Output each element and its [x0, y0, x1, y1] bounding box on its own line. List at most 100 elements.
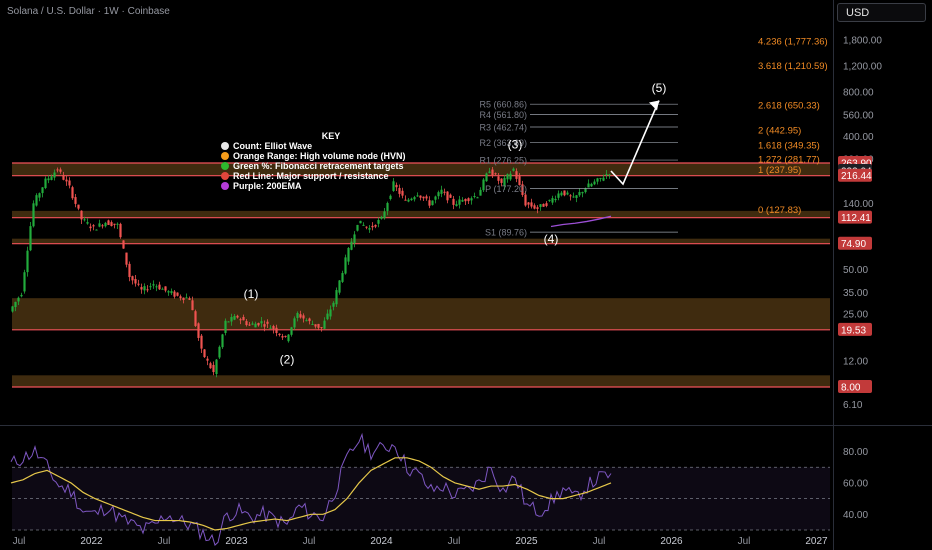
price-tick: 1,800.00 [843, 35, 882, 46]
candle-body [101, 225, 104, 227]
candle-body [539, 204, 542, 208]
candle-body [131, 276, 134, 281]
candle-body [545, 203, 548, 206]
price-tick: 25.00 [843, 309, 868, 320]
price-tick: 800.00 [843, 87, 874, 98]
candle-body [239, 319, 242, 321]
candle-body [326, 313, 329, 320]
candle-body [419, 195, 422, 198]
fib-label: 1.272 (281.77) [758, 154, 820, 165]
candle-body [251, 323, 254, 325]
candle-body [269, 327, 272, 329]
pivot-label: P (177.20) [485, 184, 527, 194]
candle-body [371, 225, 374, 228]
price-badge-label: 19.53 [841, 325, 866, 336]
candle-body [350, 241, 353, 250]
candle-body [35, 195, 38, 206]
candle-body [62, 175, 65, 180]
candle-body [128, 263, 131, 278]
candle-body [143, 286, 146, 291]
candle-body [92, 225, 95, 227]
candle-body [575, 195, 578, 198]
fib-label: 1 (237.95) [758, 165, 801, 176]
candle-body [221, 334, 224, 348]
candle-body [212, 364, 215, 373]
key-dot [221, 152, 229, 160]
time-tick: 2025 [515, 536, 538, 547]
candle-body [488, 171, 491, 173]
candle-body [245, 321, 248, 326]
candle-body [32, 203, 35, 227]
candle-body [506, 174, 509, 180]
candle-body [473, 196, 476, 198]
pivot-label: R4 (561.80) [479, 110, 527, 120]
candle-body [314, 324, 317, 327]
key-item: Red Line: Major support / resistance [233, 171, 389, 181]
candle-body [83, 219, 86, 221]
candle-body [389, 195, 392, 200]
wave-label: (4) [544, 232, 559, 246]
candle-body [161, 288, 164, 290]
candle-body [53, 172, 56, 178]
rsi-tick: 60.00 [843, 478, 868, 489]
candle-body [287, 334, 290, 342]
candle-body [599, 177, 602, 179]
candle-body [311, 323, 314, 325]
candle-body [353, 234, 356, 244]
time-tick: 2024 [370, 536, 393, 547]
candle-body [320, 327, 323, 329]
fib-label: 2 (442.95) [758, 125, 801, 136]
candle-body [188, 298, 191, 300]
candle-body [122, 240, 125, 249]
candle-body [119, 223, 122, 238]
candle-body [587, 183, 590, 188]
time-tick: 2026 [660, 536, 683, 547]
key-item: Orange Range: High volume node (HVN) [233, 151, 406, 161]
candle-body [533, 205, 536, 209]
candle-body [182, 297, 185, 300]
candle-body [272, 326, 275, 330]
candle-body [185, 297, 188, 299]
candle-body [440, 189, 443, 194]
candle-body [95, 229, 98, 231]
candle-body [17, 297, 20, 302]
price-tick: 35.00 [843, 288, 868, 299]
time-tick: Jul [593, 536, 606, 547]
candle-body [377, 219, 380, 224]
candle-body [365, 226, 368, 228]
candle-body [74, 197, 77, 204]
rsi-tick: 80.00 [843, 447, 868, 458]
candle-body [437, 192, 440, 197]
time-tick: 2023 [225, 536, 248, 547]
candle-body [170, 291, 173, 294]
candle-body [548, 199, 551, 201]
candle-body [167, 291, 170, 293]
candle-body [134, 278, 137, 284]
candle-body [278, 333, 281, 335]
candle-body [434, 196, 437, 200]
wave-label: (1) [244, 287, 259, 301]
time-tick: 2022 [80, 536, 103, 547]
candle-body [248, 324, 251, 326]
candle-body [125, 252, 128, 265]
candle-body [65, 179, 68, 182]
candle-body [536, 207, 539, 209]
candle-body [530, 202, 533, 207]
candle-body [290, 327, 293, 335]
candle-body [470, 198, 473, 201]
candle-body [485, 173, 488, 182]
candle-body [461, 200, 464, 202]
candle-body [401, 190, 404, 196]
time-tick: 2027 [805, 536, 828, 547]
candle-body [194, 311, 197, 326]
candle-body [149, 286, 152, 288]
candle-body [467, 198, 470, 202]
candle-body [362, 224, 365, 226]
currency-selector[interactable]: USD [837, 3, 926, 22]
candle-body [431, 200, 434, 206]
candle-body [479, 189, 482, 196]
candle-body [458, 199, 461, 205]
key-dot [221, 142, 229, 150]
candle-body [23, 272, 26, 292]
candle-body [263, 324, 266, 327]
